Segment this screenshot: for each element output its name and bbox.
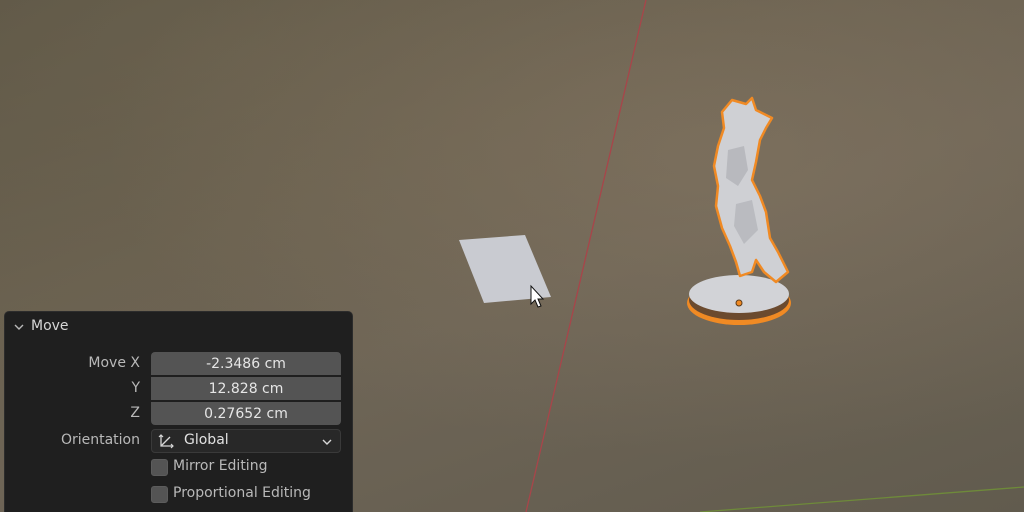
move-y-field[interactable]: 12.828 cm xyxy=(151,377,341,400)
move-z-value: 0.27652 cm xyxy=(204,405,288,422)
operator-panel-move[interactable]: Move Move X -2.3486 cm Y 12.828 cm Z 0.2… xyxy=(4,311,353,512)
chevron-down-icon[interactable] xyxy=(13,321,25,333)
panel-title: Move xyxy=(31,318,69,334)
move-z-label: Z xyxy=(130,405,140,421)
proportional-editing-checkbox[interactable] xyxy=(151,486,168,503)
move-x-label: Move X xyxy=(88,355,140,371)
mirror-editing-checkbox[interactable] xyxy=(151,459,168,476)
move-y-label: Y xyxy=(131,380,140,396)
move-z-field[interactable]: 0.27652 cm xyxy=(151,402,341,425)
orientation-value: Global xyxy=(184,432,229,448)
orientation-label: Orientation xyxy=(60,432,140,448)
proportional-editing-label: Proportional Editing xyxy=(173,485,311,501)
move-x-value: -2.3486 cm xyxy=(206,355,286,372)
move-y-value: 12.828 cm xyxy=(208,380,284,397)
move-x-field[interactable]: -2.3486 cm xyxy=(151,352,341,375)
x-axis-line xyxy=(525,0,647,512)
orientation-dropdown[interactable]: Global xyxy=(151,429,341,453)
y-axis-line xyxy=(699,486,1024,512)
operator-panel-header[interactable]: Move xyxy=(5,312,352,342)
orientation-axes-icon xyxy=(158,434,174,449)
dropdown-arrow-icon xyxy=(322,439,332,445)
mirror-editing-label: Mirror Editing xyxy=(173,458,268,474)
3d-viewport[interactable]: Move Move X -2.3486 cm Y 12.828 cm Z 0.2… xyxy=(0,0,1024,512)
horse-statue-object[interactable] xyxy=(687,96,791,325)
